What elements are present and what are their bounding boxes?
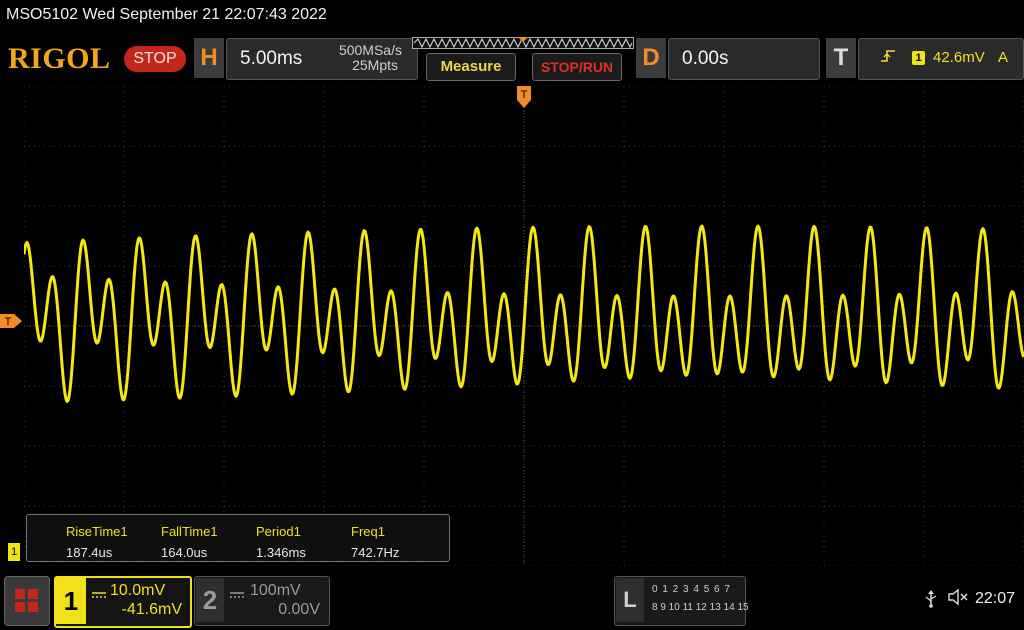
meas-value-freq: 742.7Hz [351, 545, 400, 560]
measure-button[interactable]: Measure [426, 53, 516, 81]
meas-label-freq: Freq1 [351, 524, 385, 539]
usb-icon [924, 590, 938, 613]
trigger-mode-value: A [998, 49, 1009, 66]
trigger-label[interactable]: T [826, 38, 856, 78]
memory-navigation-bar[interactable] [412, 37, 634, 49]
meas-value-period: 1.346ms [256, 545, 306, 560]
channel-2-number[interactable]: 2 [196, 578, 224, 622]
grid-menu-icon [15, 589, 38, 612]
horizontal-label[interactable]: H [194, 38, 224, 78]
trigger-source-badge: 1 [912, 51, 925, 65]
delay-label[interactable]: D [636, 38, 666, 78]
meas-value-falltime: 164.0us [161, 545, 208, 560]
speaker-mute-icon[interactable] [948, 588, 970, 611]
channel-1-offset: -41.6mV [121, 601, 182, 618]
device-info-line: MSO5102 Wed September 21 22:07:43 2022 [6, 6, 327, 23]
delay-value: 0.00s [682, 48, 729, 69]
meas-value-risetime: 187.4us [66, 545, 113, 560]
meas-label-period: Period1 [256, 524, 301, 539]
trigger-level-value: 42.6mV [933, 49, 985, 66]
trigger-position-text: T [521, 89, 528, 101]
timebase-value: 5.00ms [240, 48, 303, 69]
trigger-level-text: T [5, 316, 12, 328]
trigger-position-marker[interactable]: T [516, 86, 532, 110]
main-menu-button[interactable] [4, 576, 50, 626]
meas-label-falltime: FallTime1 [161, 524, 218, 539]
sample-rate-value: 500MSa/s [338, 42, 402, 58]
logic-channels-row-1: 0 1 2 3 4 5 6 7 [652, 584, 731, 595]
acquisition-status-badge[interactable]: STOP [124, 46, 186, 72]
channel-2-offset: 0.00V [278, 601, 320, 618]
logic-analyzer-label[interactable]: L [616, 578, 644, 622]
logic-channels-row-2: 8 9 10 11 12 13 14 15 [652, 602, 749, 613]
channel-1-scale: 10.0mV [110, 582, 166, 599]
memory-depth-value: 25Mpts [352, 57, 398, 73]
channel-1-offset-marker[interactable]: 1 [8, 543, 20, 561]
rising-edge-icon [880, 48, 896, 69]
trigger-level-marker[interactable]: T [0, 313, 24, 329]
system-clock: 22:07 [975, 590, 1016, 607]
waveform-display[interactable] [24, 86, 1024, 566]
stop-run-button[interactable]: STOP/RUN [532, 53, 622, 81]
channel-1-number[interactable]: 1 [56, 578, 86, 624]
channel-2-scale: 100mV [250, 582, 301, 599]
meas-label-risetime: RiseTime1 [66, 524, 128, 539]
rigol-logo: RIGOL [8, 42, 111, 75]
